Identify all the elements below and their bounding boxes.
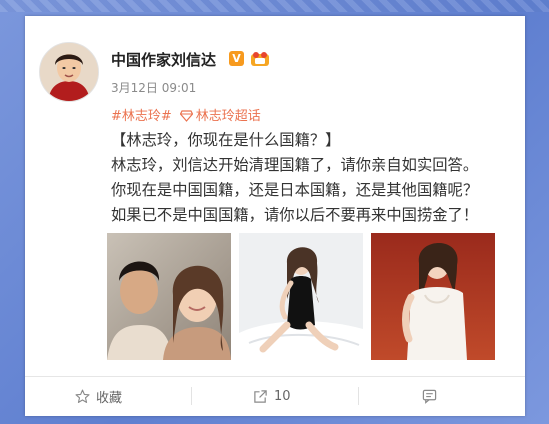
weibo-post-card: 中国作家刘信达 V 3月12日 09:01 #林志玲# 林志玲超话 【林志玲，你现… <box>25 16 525 416</box>
post-line: 如果已不是中国国籍，请你以后不要再来中国捞金了！ <box>111 206 479 224</box>
frame-stripe-top <box>0 0 549 12</box>
share-button[interactable]: 10 <box>253 385 291 407</box>
share-arrow-icon <box>254 389 267 403</box>
level-badge-icon <box>251 52 269 66</box>
post-line: 【林志玲，你现在是什么国籍？】 <box>111 131 341 149</box>
diamond-icon <box>179 110 193 122</box>
comment-icon <box>422 389 437 404</box>
photo-red-carpet-white-dress[interactable] <box>371 233 495 360</box>
post-line: 林志玲，刘信达开始清理国籍了，请你亲自如实回答。 <box>111 156 479 174</box>
share-count: 10 <box>274 388 291 404</box>
avatar[interactable] <box>39 42 99 102</box>
post-time[interactable]: 3月12日 09:01 <box>111 79 196 96</box>
photo-couple[interactable] <box>107 233 231 360</box>
comment-button[interactable] <box>422 385 443 407</box>
action-separator <box>358 387 359 405</box>
star-icon <box>75 389 90 403</box>
topic-tag[interactable]: #林志玲# <box>111 109 172 124</box>
verified-v-icon: V <box>229 51 244 66</box>
post-line: 你现在是中国国籍，还是日本国籍，还是其他国籍呢？ <box>111 181 479 199</box>
tag-row: #林志玲# 林志玲超话 <box>111 105 261 124</box>
action-separator <box>191 387 192 405</box>
super-topic-label: 林志玲超话 <box>195 109 261 124</box>
super-topic-link[interactable]: 林志玲超话 <box>179 109 261 124</box>
post-text: 【林志玲，你现在是什么国籍？】 林志玲，刘信达开始清理国籍了，请你亲自如实回答。… <box>111 128 515 228</box>
favorite-label: 收藏 <box>96 390 123 406</box>
action-divider <box>25 376 525 377</box>
photo-white-dress-bed[interactable] <box>239 233 363 360</box>
author-name[interactable]: 中国作家刘信达 <box>111 49 216 70</box>
favorite-button[interactable]: 收藏 <box>75 385 122 407</box>
